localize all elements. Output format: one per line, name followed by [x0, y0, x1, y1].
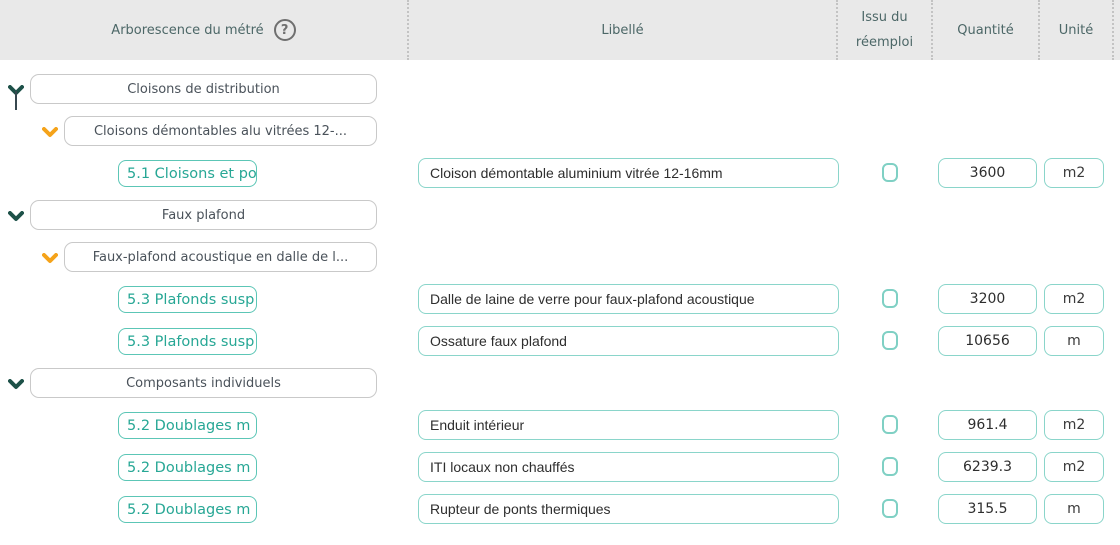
lot-chip-label: 5.2 Doublages m	[127, 417, 251, 434]
unit-label: m2	[1062, 291, 1086, 307]
libelle-input[interactable]	[418, 452, 839, 482]
lot-chip[interactable]: 5.3 Plafonds susp	[118, 286, 257, 313]
quantity-input[interactable]	[938, 410, 1037, 440]
tree-group-label: Faux plafond	[161, 207, 246, 223]
lot-chip-label: 5.2 Doublages m	[127, 501, 251, 518]
tree-leaf-row: 5.1 Cloisons et po m2	[0, 152, 1120, 194]
tree-group-node[interactable]: Faux-plafond acoustique en dalle de l...	[64, 242, 377, 272]
tree-group-row: Faux plafond	[0, 194, 1120, 236]
chevron-down-icon[interactable]	[8, 208, 24, 221]
reuse-column-title: Issu du réemploi	[855, 9, 914, 50]
quantity-column-title: Quantité	[957, 22, 1014, 38]
header-col-unit: Unité	[1040, 0, 1114, 60]
tree-leaf-row: 5.2 Doublages m m	[0, 488, 1120, 530]
quantity-input[interactable]	[938, 494, 1037, 524]
unit-box[interactable]: m2	[1044, 284, 1104, 314]
tree-group-row: Cloisons de distribution	[0, 68, 1120, 110]
metre-table-screen: Arborescence du métré ? Libellé Issu du r…	[0, 0, 1120, 545]
tree-column-title: Arborescence du métré	[111, 22, 264, 38]
reuse-checkbox[interactable]	[882, 415, 898, 434]
header-col-quantity: Quantité	[933, 0, 1040, 60]
chevron-down-icon[interactable]	[42, 124, 58, 137]
tree-group-node[interactable]: Cloisons de distribution	[30, 74, 377, 104]
reuse-checkbox[interactable]	[882, 457, 898, 476]
lot-chip[interactable]: 5.2 Doublages m	[118, 412, 257, 439]
tree-group-label: Composants individuels	[126, 375, 281, 391]
lot-chip-label: 5.3 Plafonds susp	[127, 291, 255, 308]
libelle-column-title: Libellé	[601, 22, 644, 38]
libelle-input[interactable]	[418, 326, 839, 356]
unit-label: m2	[1062, 417, 1086, 433]
unit-label: m	[1067, 333, 1081, 349]
tree-group-node[interactable]: Faux plafond	[30, 200, 377, 230]
lot-chip[interactable]: 5.2 Doublages m	[118, 496, 257, 523]
unit-box[interactable]: m2	[1044, 410, 1104, 440]
chevron-down-icon[interactable]	[8, 376, 24, 389]
header-col-tree: Arborescence du métré ?	[0, 0, 409, 60]
tree-group-row: Cloisons démontables alu vitrées 12-...	[0, 110, 1120, 152]
lot-chip-label: 5.2 Doublages m	[127, 459, 251, 476]
tree-group-label: Cloisons démontables alu vitrées 12-...	[93, 123, 347, 139]
table-body: Cloisons de distribution Cloisons démont…	[0, 60, 1120, 530]
quantity-input[interactable]	[938, 326, 1037, 356]
tree-group-node[interactable]: Composants individuels	[30, 368, 377, 398]
unit-label: m2	[1062, 165, 1086, 181]
lot-chip[interactable]: 5.3 Plafonds susp	[118, 328, 257, 355]
reuse-checkbox[interactable]	[882, 499, 898, 518]
reuse-checkbox[interactable]	[882, 331, 898, 350]
unit-label: m2	[1062, 459, 1086, 475]
tree-leaf-row: 5.3 Plafonds susp m	[0, 320, 1120, 362]
quantity-input[interactable]	[938, 284, 1037, 314]
tree-group-label: Cloisons de distribution	[127, 81, 280, 97]
tree-leaf-row: 5.2 Doublages m m2	[0, 446, 1120, 488]
header-col-libelle: Libellé	[409, 0, 838, 60]
table-header: Arborescence du métré ? Libellé Issu du r…	[0, 0, 1120, 60]
text-cursor-artifact	[15, 91, 17, 110]
header-col-reuse: Issu du réemploi	[838, 0, 933, 60]
unit-box[interactable]: m2	[1044, 158, 1104, 188]
unit-box[interactable]: m	[1044, 326, 1104, 356]
unit-label: m	[1067, 501, 1081, 517]
quantity-input[interactable]	[938, 452, 1037, 482]
unit-box[interactable]: m	[1044, 494, 1104, 524]
lot-chip[interactable]: 5.1 Cloisons et po	[118, 160, 257, 187]
lot-chip[interactable]: 5.2 Doublages m	[118, 454, 257, 481]
libelle-input[interactable]	[418, 494, 839, 524]
chevron-down-icon[interactable]	[42, 250, 58, 263]
lot-chip-label: 5.3 Plafonds susp	[127, 333, 255, 350]
tree-group-row: Composants individuels	[0, 362, 1120, 404]
tree-group-row: Faux-plafond acoustique en dalle de l...	[0, 236, 1120, 278]
libelle-input[interactable]	[418, 158, 839, 188]
quantity-input[interactable]	[938, 158, 1037, 188]
tree-group-label: Faux-plafond acoustique en dalle de l...	[92, 249, 349, 265]
unit-box[interactable]: m2	[1044, 452, 1104, 482]
tree-leaf-row: 5.2 Doublages m m2	[0, 404, 1120, 446]
libelle-input[interactable]	[418, 284, 839, 314]
lot-chip-label: 5.1 Cloisons et po	[127, 165, 257, 182]
tree-leaf-row: 5.3 Plafonds susp m2	[0, 278, 1120, 320]
reuse-checkbox[interactable]	[882, 163, 898, 182]
chevron-down-icon[interactable]	[8, 82, 24, 110]
libelle-input[interactable]	[418, 410, 839, 440]
unit-column-title: Unité	[1058, 22, 1094, 38]
help-icon[interactable]: ?	[273, 19, 296, 41]
tree-group-node[interactable]: Cloisons démontables alu vitrées 12-...	[64, 116, 377, 146]
reuse-checkbox[interactable]	[882, 289, 898, 308]
